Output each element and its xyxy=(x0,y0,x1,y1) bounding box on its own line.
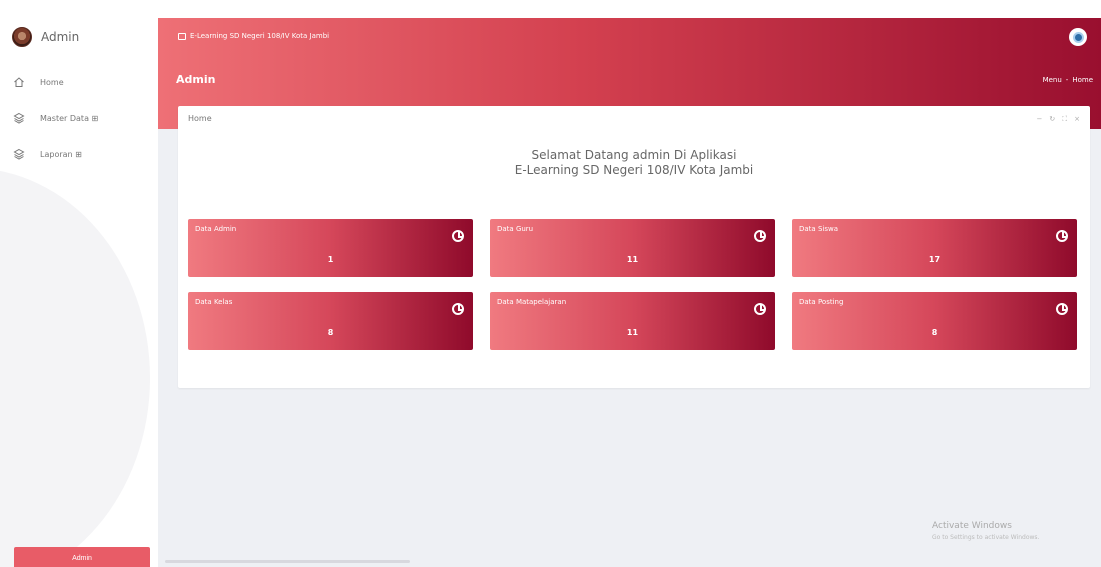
close-icon[interactable]: × xyxy=(1074,115,1080,124)
activation-watermark: Activate Windows Go to Settings to activ… xyxy=(932,521,1039,543)
welcome-message: Selamat Datang admin Di Aplikasi E-Learn… xyxy=(178,148,1090,178)
maximize-icon[interactable]: ⛶ xyxy=(1062,115,1067,124)
breadcrumb: Menu - Home xyxy=(1043,76,1093,84)
tile-data-guru[interactable]: Data Guru 11 xyxy=(490,219,775,277)
sidebar-nav: Home Master Data ⊞ Laporan ⊞ xyxy=(12,64,152,172)
home-card: Home − ↻ ⛶ × Selamat Datang admin Di Apl… xyxy=(178,106,1090,388)
avatar[interactable] xyxy=(1069,28,1087,46)
tile-label: Data Siswa xyxy=(799,225,838,233)
stat-tiles: Data Admin 1 Data Guru 11 Data Siswa 17 … xyxy=(188,219,1078,350)
tile-data-siswa[interactable]: Data Siswa 17 xyxy=(792,219,1077,277)
watermark-subtitle: Go to Settings to activate Windows. xyxy=(932,534,1040,541)
sidebar-item-label: Laporan ⊞ xyxy=(40,149,82,159)
card-tools: − ↻ ⛶ × xyxy=(1036,115,1080,124)
pie-chart-icon xyxy=(1056,303,1068,315)
tile-label: Data Guru xyxy=(497,225,534,233)
sidebar-item-home[interactable]: Home xyxy=(12,64,152,100)
sidebar-footer-button[interactable]: Admin xyxy=(14,547,150,567)
fullscreen-icon[interactable] xyxy=(178,32,186,40)
sidebar-item-label: Master Data ⊞ xyxy=(40,113,99,123)
sidebar-brand[interactable]: Admin xyxy=(12,26,79,48)
pie-chart-icon xyxy=(452,303,464,315)
welcome-line-1: Selamat Datang admin Di Aplikasi xyxy=(531,148,737,162)
card-title: Home xyxy=(188,114,212,123)
tile-label: Data Admin xyxy=(195,225,237,233)
app-title-text: E-Learning SD Negeri 108/IV Kota Jambi xyxy=(190,32,330,40)
tile-label: Data Matapelajaran xyxy=(497,298,567,306)
tile-data-kelas[interactable]: Data Kelas 8 xyxy=(188,292,473,350)
tile-value: 17 xyxy=(928,255,941,264)
watermark-title: Activate Windows xyxy=(932,521,1012,531)
tile-value: 11 xyxy=(626,255,639,264)
pie-chart-icon xyxy=(452,230,464,242)
breadcrumb-item-menu[interactable]: Menu xyxy=(1043,76,1062,84)
pie-chart-icon xyxy=(1056,230,1068,242)
page-title: Admin xyxy=(176,73,216,86)
sidebar-item-laporan[interactable]: Laporan ⊞ xyxy=(12,136,152,172)
sidebar: Admin Home Master Data ⊞ Laporan ⊞ Admin xyxy=(0,18,158,567)
tile-label: Data Kelas xyxy=(195,298,233,306)
layers-icon xyxy=(12,111,26,125)
top-strip xyxy=(0,0,1101,18)
tile-label: Data Posting xyxy=(799,298,844,306)
home-icon xyxy=(12,75,26,89)
school-logo-icon xyxy=(12,27,32,47)
tile-value: 1 xyxy=(327,255,334,264)
tile-data-admin[interactable]: Data Admin 1 xyxy=(188,219,473,277)
tile-value: 11 xyxy=(626,328,639,337)
app-title: E-Learning SD Negeri 108/IV Kota Jambi xyxy=(178,32,329,40)
sidebar-decoration xyxy=(0,168,150,567)
pie-chart-icon xyxy=(754,230,766,242)
brand-name: Admin xyxy=(41,30,80,44)
refresh-icon[interactable]: ↻ xyxy=(1049,115,1055,124)
footer-divider xyxy=(165,560,410,563)
welcome-line-2: E-Learning SD Negeri 108/IV Kota Jambi xyxy=(514,163,754,177)
minimize-icon[interactable]: − xyxy=(1036,115,1042,124)
breadcrumb-separator: - xyxy=(1065,76,1069,84)
sidebar-item-master-data[interactable]: Master Data ⊞ xyxy=(12,100,152,136)
layers-icon xyxy=(12,147,26,161)
tile-data-matapelajaran[interactable]: Data Matapelajaran 11 xyxy=(490,292,775,350)
sidebar-item-label: Home xyxy=(40,77,64,87)
tile-value: 8 xyxy=(931,328,938,337)
tile-data-posting[interactable]: Data Posting 8 xyxy=(792,292,1077,350)
breadcrumb-item-home: Home xyxy=(1072,76,1093,84)
user-avatar-icon xyxy=(1072,31,1084,43)
pie-chart-icon xyxy=(754,303,766,315)
tile-value: 8 xyxy=(327,328,334,337)
